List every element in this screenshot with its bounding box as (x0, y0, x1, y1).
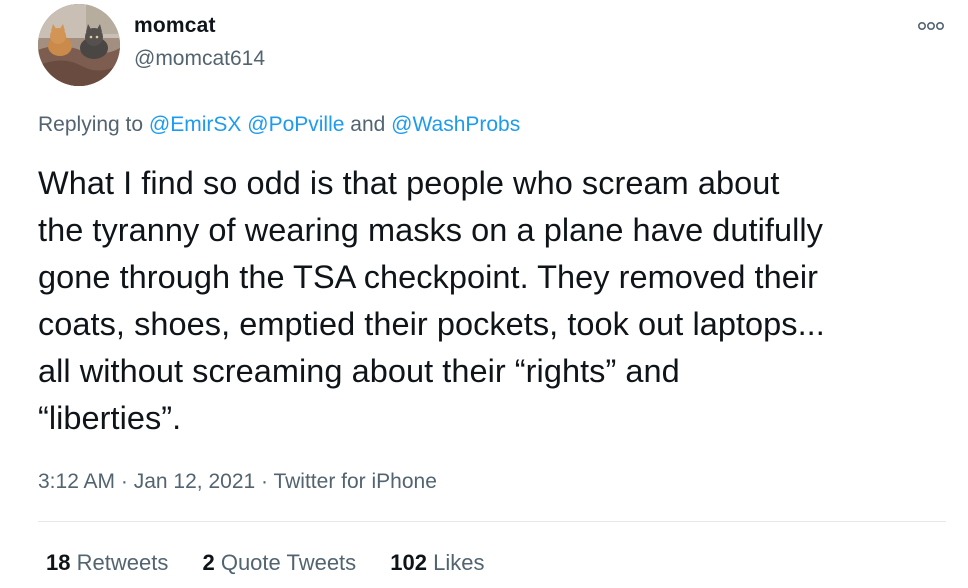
meta-separator: · (115, 470, 134, 493)
likes-stat[interactable]: 102 Likes (390, 550, 484, 576)
likes-label: Likes (433, 550, 485, 575)
author-avatar[interactable] (38, 4, 120, 86)
avatar-cats-photo (38, 4, 120, 86)
tweet-text-line: the tyranny of wearing masks on a plane … (38, 212, 823, 248)
author-display-name[interactable]: momcat (134, 14, 216, 38)
quote-tweets-label: Quote Tweets (220, 550, 357, 575)
tweet-text-line: gone through the TSA checkpoint. They re… (38, 259, 819, 295)
tweet-text-line: coats, shoes, emptied their pockets, too… (38, 306, 825, 342)
tweet-time[interactable]: 3:12 AM (38, 470, 115, 493)
tweet-metadata: 3:12 AM · Jan 12, 2021 · Twitter for iPh… (38, 470, 437, 494)
mention-emirsx[interactable]: @EmirSX (149, 113, 242, 136)
replying-to: Replying to @EmirSX @PoPville and @WashP… (38, 113, 520, 137)
engagement-stats: 18 Retweets 2 Quote Tweets 102 Likes (46, 550, 513, 576)
retweets-stat[interactable]: 18 Retweets (46, 550, 168, 576)
tweet-text-line: “liberties”. (38, 400, 182, 436)
tweet-text: What I find so odd is that people who sc… (38, 160, 948, 442)
mention-popville[interactable]: @PoPville (247, 113, 344, 136)
quote-tweets-count: 2 (202, 550, 215, 575)
mention-washprobs[interactable]: @WashProbs (391, 113, 520, 136)
tweet-text-line: all without screaming about their “right… (38, 353, 680, 389)
quote-tweets-stat[interactable]: 2 Quote Tweets (202, 550, 356, 576)
more-options-button[interactable] (914, 14, 948, 38)
retweets-label: Retweets (76, 550, 169, 575)
author-handle[interactable]: @momcat614 (134, 47, 265, 71)
tweet-source[interactable]: Twitter for iPhone (273, 470, 436, 493)
tweet-text-line: What I find so odd is that people who sc… (38, 165, 780, 201)
replying-to-prefix: Replying to (38, 113, 149, 136)
more-options-icon (918, 22, 944, 31)
likes-count: 102 (390, 550, 428, 575)
retweets-count: 18 (46, 550, 71, 575)
stats-divider (38, 521, 946, 522)
tweet-date[interactable]: Jan 12, 2021 (134, 470, 255, 493)
meta-separator: · (255, 470, 274, 493)
tweet-detail: momcat @momcat614 Replying to @EmirSX @P… (0, 0, 968, 588)
replying-to-joiner: and (344, 113, 392, 136)
